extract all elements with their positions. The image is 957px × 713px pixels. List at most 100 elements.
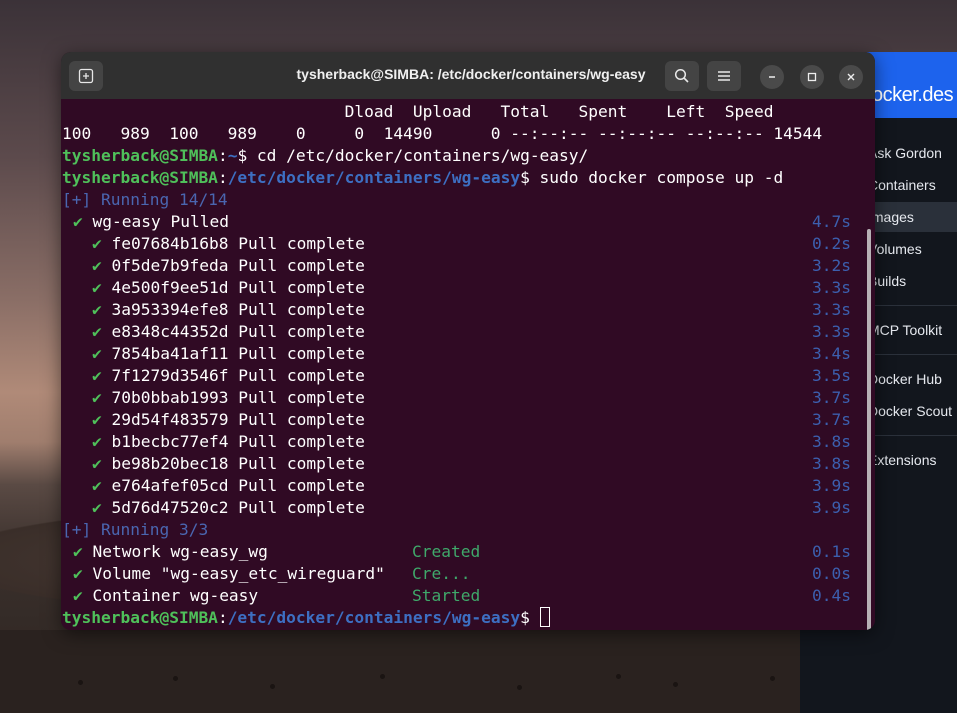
layer-status: Pull complete — [238, 234, 365, 253]
layer-time: 3.9s — [812, 476, 851, 495]
layer-status: Pull complete — [238, 300, 365, 319]
check-icon: ✔ — [73, 212, 83, 231]
running-status: [+] Running 3/3 — [62, 520, 209, 539]
resource-state: Started — [412, 586, 481, 605]
layer-time: 3.8s — [812, 454, 851, 473]
prompt-line: tysherback@SIMBA:~$ cd /etc/docker/conta… — [62, 146, 589, 165]
terminal-cursor — [539, 607, 550, 627]
layer-id: e764afef05cd — [111, 476, 229, 495]
new-tab-icon — [78, 68, 94, 84]
check-icon: ✔ — [92, 256, 102, 275]
layer-status: Pull complete — [238, 256, 365, 275]
check-icon: ✔ — [92, 300, 102, 319]
layer-row: ✔ e8348c44352d Pull complete — [92, 321, 365, 343]
resource-name: Volume "wg-easy_etc_wireguard" — [82, 564, 385, 583]
nav-mcp-toolkit[interactable]: MCP Toolkit — [868, 322, 942, 338]
layer-row: ✔ 7f1279d3546f Pull complete — [92, 365, 365, 387]
check-icon: ✔ — [92, 234, 102, 253]
terminal-screen[interactable]: Dload Upload Total Spent Left Speed 100 … — [61, 99, 875, 630]
minimize-icon — [769, 76, 775, 78]
layer-status: Pull complete — [238, 476, 365, 495]
check-icon: ✔ — [92, 432, 102, 451]
prompt-path: /etc/docker/containers/wg-easy — [227, 168, 521, 187]
terminal-window: tysherback@SIMBA: /etc/docker/containers… — [61, 52, 875, 630]
pulled-line: ✔ wg-easy Pulled — [73, 212, 229, 231]
menu-button[interactable] — [707, 61, 741, 91]
layer-row: ✔ 0f5de7b9feda Pull complete — [92, 255, 365, 277]
layer-status: Pull complete — [238, 322, 365, 341]
layer-id: 7854ba41af11 — [111, 344, 229, 363]
check-icon: ✔ — [92, 388, 102, 407]
layer-status: Pull complete — [238, 388, 365, 407]
layer-time: 3.4s — [812, 344, 851, 363]
prompt-user: tysherback@SIMBA — [62, 168, 218, 187]
resource-row: ✔ Network wg-easy_wg — [73, 541, 268, 563]
check-icon: ✔ — [73, 564, 83, 583]
layer-id: be98b20bec18 — [111, 454, 229, 473]
layer-status: Pull complete — [238, 278, 365, 297]
layer-status: Pull complete — [238, 498, 365, 517]
layer-id: 0f5de7b9feda — [111, 256, 229, 275]
resource-state: Cre... — [412, 564, 471, 583]
layer-time: 3.3s — [812, 322, 851, 341]
nav-images[interactable]: Images — [862, 202, 957, 232]
prompt-line: tysherback@SIMBA:/etc/docker/containers/… — [62, 607, 550, 629]
nav-docker-hub[interactable]: Docker Hub — [868, 371, 942, 387]
nav-extensions[interactable]: Extensions — [868, 452, 936, 468]
layer-id: b1becbc77ef4 — [111, 432, 229, 451]
nav-ask-gordon[interactable]: Ask Gordon — [868, 145, 942, 161]
layer-row: ✔ b1becbc77ef4 Pull complete — [92, 431, 365, 453]
layer-time: 3.3s — [812, 278, 851, 297]
layer-status: Pull complete — [238, 344, 365, 363]
resource-row: ✔ Volume "wg-easy_etc_wireguard" — [73, 563, 385, 585]
layer-time: 0.2s — [812, 234, 851, 253]
close-button[interactable] — [839, 65, 863, 89]
resource-time: 0.1s — [812, 542, 851, 561]
hamburger-icon — [718, 71, 730, 81]
pulled-time: 4.7s — [812, 212, 851, 231]
resource-state: Created — [412, 542, 481, 561]
check-icon: ✔ — [92, 366, 102, 385]
scrollbar[interactable] — [867, 229, 871, 630]
layer-row: ✔ 29d54f483579 Pull complete — [92, 409, 365, 431]
layer-time: 3.3s — [812, 300, 851, 319]
terminal-titlebar[interactable]: tysherback@SIMBA: /etc/docker/containers… — [61, 52, 875, 99]
curl-progress: 100 989 100 989 0 0 14490 0 --:--:-- --:… — [62, 124, 823, 143]
nav-volumes[interactable]: Volumes — [868, 241, 922, 257]
check-icon: ✔ — [92, 476, 102, 495]
search-button[interactable] — [665, 61, 699, 91]
layer-row: ✔ fe07684b16b8 Pull complete — [92, 233, 365, 255]
check-icon: ✔ — [92, 322, 102, 341]
layer-id: 4e500f9ee51d — [111, 278, 229, 297]
minimize-button[interactable] — [760, 65, 784, 89]
layer-time: 3.7s — [812, 388, 851, 407]
layer-status: Pull complete — [238, 410, 365, 429]
nav-divider — [862, 305, 957, 306]
nav-containers[interactable]: Containers — [868, 177, 936, 193]
layer-id: 5d76d47520c2 — [111, 498, 229, 517]
check-icon: ✔ — [73, 586, 83, 605]
layer-status: Pull complete — [238, 432, 365, 451]
curl-header: Dload Upload Total Spent Left Speed — [62, 102, 774, 121]
layer-id: 70b0bbab1993 — [111, 388, 229, 407]
layer-row: ✔ be98b20bec18 Pull complete — [92, 453, 365, 475]
layer-id: 29d54f483579 — [111, 410, 229, 429]
close-icon — [847, 73, 855, 81]
prompt-user: tysherback@SIMBA — [62, 608, 218, 627]
prompt-path: ~ — [227, 146, 238, 165]
layer-status: Pull complete — [238, 366, 365, 385]
layer-row: ✔ 4e500f9ee51d Pull complete — [92, 277, 365, 299]
layer-row: ✔ 70b0bbab1993 Pull complete — [92, 387, 365, 409]
layer-id: e8348c44352d — [111, 322, 229, 341]
layer-status: Pull complete — [238, 454, 365, 473]
prompt-path: /etc/docker/containers/wg-easy — [227, 608, 521, 627]
resource-name: Container wg-easy — [82, 586, 259, 605]
maximize-button[interactable] — [800, 65, 824, 89]
resource-name: Network wg-easy_wg — [82, 542, 268, 561]
new-tab-button[interactable] — [69, 61, 103, 91]
nav-docker-scout[interactable]: Docker Scout — [868, 403, 952, 419]
nav-divider — [862, 354, 957, 355]
resource-time: 0.0s — [812, 564, 851, 583]
layer-id: fe07684b16b8 — [111, 234, 229, 253]
layer-time: 3.2s — [812, 256, 851, 275]
